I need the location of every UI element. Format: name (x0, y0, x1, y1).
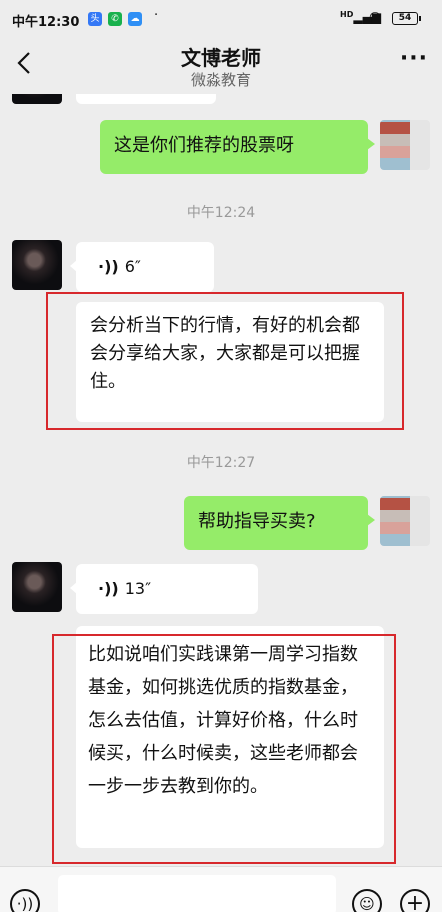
voice-message-bubble[interactable]: ·)) 6″ (70, 242, 214, 292)
my-avatar[interactable] (380, 496, 430, 546)
my-avatar[interactable] (380, 120, 430, 170)
teacher-avatar[interactable] (12, 562, 62, 612)
signal-hd-label: HD (340, 10, 354, 19)
chat-header: 文博老师 微淼教育 ··· (0, 38, 442, 94)
battery-icon: 54 (392, 12, 421, 25)
red-highlight-box (52, 634, 396, 864)
more-options-button[interactable]: ··· (400, 46, 428, 71)
message-timestamp: 中午12:27 (186, 455, 256, 471)
message-bubble-partial[interactable] (76, 94, 216, 104)
phone-app-icon: ✆ (108, 12, 122, 26)
emoji-icon[interactable]: ☺ (352, 889, 382, 912)
input-bar: ·)) ☺ + (0, 866, 442, 912)
voice-message-bubble[interactable]: ·)) 13″ (70, 564, 258, 614)
voice-duration: 6″ (124, 257, 141, 276)
voice-duration: 13″ (124, 579, 152, 598)
chat-title: 文博老师 (181, 46, 261, 70)
cloud-app-icon: ☁ (128, 12, 142, 26)
plus-icon[interactable]: + (400, 889, 430, 912)
status-bar: 中午12:30 头 ✆ ☁ · HD▂▄▆ ◠ 54 (0, 0, 442, 38)
teacher-avatar[interactable] (12, 94, 62, 104)
message-input[interactable] (58, 875, 336, 912)
sent-message-bubble[interactable]: 帮助指导买卖? (184, 496, 375, 550)
voice-mode-icon[interactable]: ·)) (10, 889, 40, 912)
status-dot: · (154, 8, 159, 23)
voice-wave-icon: ·)) (98, 579, 119, 598)
sent-message-bubble[interactable]: 这是你们推荐的股票呀 (100, 120, 375, 174)
voice-wave-icon: ·)) (98, 257, 119, 276)
message-timestamp: 中午12:24 (186, 205, 256, 221)
sent-message-text: 这是你们推荐的股票呀 (114, 135, 294, 156)
wifi-icon: ◠ (369, 9, 382, 25)
toutiao-app-icon: 头 (88, 12, 102, 26)
teacher-avatar[interactable] (12, 240, 62, 290)
chat-message-list[interactable]: 这是你们推荐的股票呀 中午12:24 ·)) 6″ 会分析当下的行情，有好的机会都… (0, 94, 442, 866)
chat-subtitle: 微淼教育 (190, 71, 251, 89)
red-highlight-box (46, 292, 404, 430)
sent-message-text: 帮助指导买卖? (198, 511, 316, 532)
status-time: 中午12:30 (12, 15, 80, 30)
